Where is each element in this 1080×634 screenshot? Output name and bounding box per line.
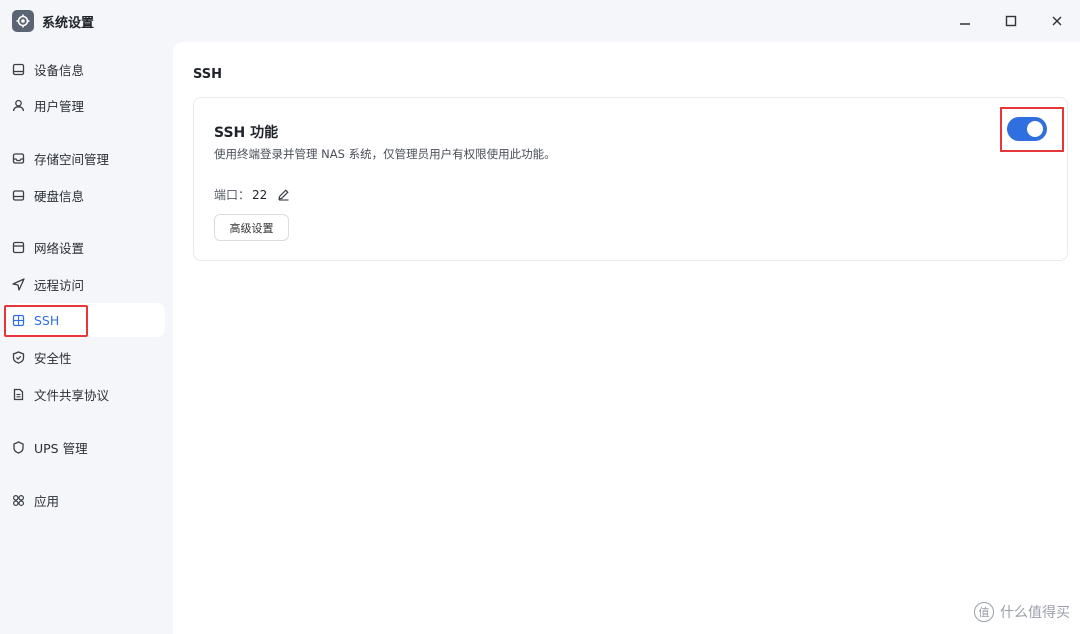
toggle-knob [1027, 121, 1043, 137]
network-icon [11, 240, 25, 254]
disk-icon [11, 188, 25, 202]
watermark: 值 什么值得买 [974, 602, 1070, 622]
sidebar-item-label: 安全性 [34, 350, 72, 366]
sidebar-item-label: 存储空间管理 [34, 151, 110, 167]
sidebar-item-disk[interactable]: 硬盘信息 [4, 178, 165, 212]
sidebar-item-label: 远程访问 [34, 277, 85, 293]
maximize-icon [1005, 15, 1017, 27]
sidebar-item-storage[interactable]: 存储空间管理 [4, 141, 165, 175]
highlight-box [4, 305, 88, 337]
sidebar-item-ssh[interactable]: SSH [4, 303, 165, 337]
watermark-logo-icon: 值 [974, 602, 994, 622]
shield-icon [11, 350, 25, 364]
minimize-icon [960, 23, 970, 25]
storage-icon [11, 151, 25, 165]
sidebar-item-users[interactable]: 用户管理 [4, 88, 165, 122]
sidebar-item-security[interactable]: 安全性 [4, 340, 165, 374]
device-icon [11, 62, 25, 76]
sidebar-item-label: 网络设置 [34, 240, 85, 256]
sidebar-item-remote-access[interactable]: 远程访问 [4, 267, 165, 301]
sidebar-item-device-info[interactable]: 设备信息 [4, 52, 165, 86]
sidebar: 设备信息 用户管理 存储空间管理 硬盘信息 网络设置 远程访问 SSH 安全性 … [0, 42, 172, 634]
card-title: SSH 功能 [214, 125, 279, 141]
sidebar-item-label: UPS 管理 [34, 440, 88, 456]
sidebar-item-network[interactable]: 网络设置 [4, 230, 165, 264]
apps-icon [11, 493, 25, 507]
minimize-button[interactable] [942, 0, 988, 42]
title-bar: 系统设置 [0, 0, 1080, 42]
sidebar-item-label: 应用 [34, 493, 60, 509]
ssh-toggle[interactable] [1007, 117, 1047, 141]
window-controls [942, 0, 1080, 42]
port-value: 22 [252, 187, 268, 202]
page-title: SSH [193, 67, 223, 82]
port-label: 端口： [214, 188, 251, 202]
sidebar-item-label: 文件共享协议 [34, 387, 110, 403]
sidebar-item-file-sharing[interactable]: 文件共享协议 [4, 377, 165, 411]
watermark-text: 什么值得买 [1000, 605, 1070, 621]
window-title: 系统设置 [42, 15, 95, 31]
send-icon [11, 277, 25, 291]
edit-icon[interactable] [277, 188, 290, 201]
ssh-settings-card: SSH 功能 使用终端登录并管理 NAS 系统，仅管理员用户有权限使用此功能。 … [193, 97, 1068, 261]
sidebar-item-label: 用户管理 [34, 98, 85, 114]
sidebar-item-apps[interactable]: 应用 [4, 483, 165, 517]
gear-icon [12, 10, 34, 32]
battery-icon [11, 440, 25, 454]
port-row: 端口： 22 [214, 186, 290, 203]
sidebar-item-label: 设备信息 [34, 62, 85, 78]
sidebar-item-label: 硬盘信息 [34, 188, 85, 204]
file-icon [11, 387, 25, 401]
close-button[interactable] [1034, 0, 1080, 42]
sidebar-item-ups[interactable]: UPS 管理 [4, 430, 165, 464]
maximize-button[interactable] [988, 0, 1034, 42]
advanced-settings-button[interactable]: 高级设置 [214, 214, 289, 241]
close-icon [1052, 16, 1062, 26]
user-icon [11, 98, 25, 112]
card-description: 使用终端登录并管理 NAS 系统，仅管理员用户有权限使用此功能。 [214, 147, 556, 161]
main-panel: SSH SSH 功能 使用终端登录并管理 NAS 系统，仅管理员用户有权限使用此… [173, 42, 1080, 634]
